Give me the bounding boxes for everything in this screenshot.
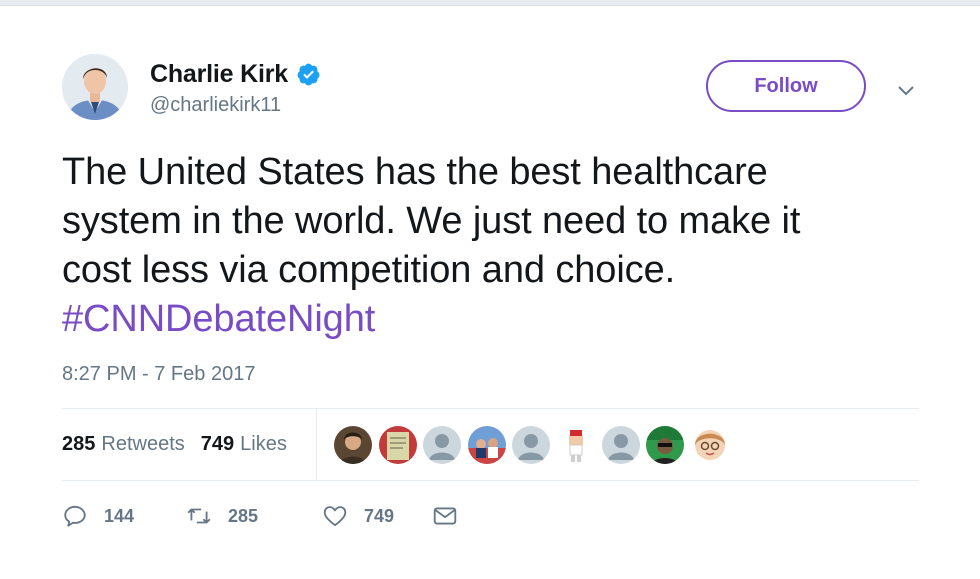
divider <box>62 408 919 409</box>
like-count: 749 <box>364 505 395 526</box>
liker-avatar[interactable] <box>423 426 462 464</box>
reply-count: 144 <box>104 505 135 526</box>
retweets-count: 285 <box>62 433 96 455</box>
liker-avatars <box>334 426 735 464</box>
liker-avatar[interactable] <box>601 426 640 464</box>
author-handle[interactable]: @charliekirk11 <box>150 94 281 117</box>
retweet-count: 285 <box>228 505 259 526</box>
likes-count: 749 <box>200 433 235 455</box>
retweets-label: Retweets <box>101 433 185 455</box>
author-name-row: Charlie Kirk <box>150 60 321 89</box>
liker-avatar[interactable] <box>378 426 417 464</box>
reply-action[interactable]: 144 <box>62 503 186 529</box>
tweet-text-line: The United States has the best healthcar… <box>62 151 768 193</box>
tweet-card: Charlie Kirk @charliekirk11 Follow The U… <box>0 6 980 579</box>
envelope-icon <box>433 507 457 525</box>
author-display-name[interactable]: Charlie Kirk <box>150 60 288 89</box>
liker-avatar[interactable] <box>690 426 729 464</box>
hashtag-link[interactable]: #CNNDebateNight <box>62 295 942 344</box>
liker-avatar[interactable] <box>512 426 551 464</box>
retweet-icon <box>187 508 211 524</box>
liker-avatar[interactable] <box>467 426 506 464</box>
liker-avatar[interactable] <box>334 426 372 464</box>
like-action[interactable]: 749 <box>322 503 432 529</box>
tweet-text-line: cost less via competition and choice. <box>62 249 676 291</box>
direct-message-action[interactable] <box>432 503 458 529</box>
retweets-stat[interactable]: 285 Retweets <box>62 433 185 456</box>
avatar[interactable] <box>62 54 128 120</box>
divider <box>62 480 919 481</box>
verified-badge-icon <box>297 63 320 86</box>
avatar-image <box>62 54 128 120</box>
tweet-text-line: system in the world. We just need to mak… <box>62 200 801 242</box>
chevron-down-icon[interactable] <box>894 78 918 102</box>
retweet-action[interactable]: 285 <box>186 503 322 529</box>
tweet-stats: 285 Retweets 749 Likes <box>62 433 287 456</box>
tweet-text: The United States has the best healthcar… <box>62 148 942 344</box>
follow-button[interactable]: Follow <box>706 60 866 112</box>
reply-icon <box>64 505 86 527</box>
tweet-actions: 144 285 749 <box>62 503 458 529</box>
tweet-timestamp[interactable]: 8:27 PM - 7 Feb 2017 <box>62 363 255 386</box>
stats-divider <box>316 408 317 480</box>
heart-icon <box>323 506 347 527</box>
likes-label: Likes <box>240 433 287 455</box>
liker-avatar[interactable] <box>646 426 685 464</box>
likes-stat[interactable]: 749 Likes <box>201 433 287 456</box>
liker-avatar[interactable] <box>556 426 595 464</box>
